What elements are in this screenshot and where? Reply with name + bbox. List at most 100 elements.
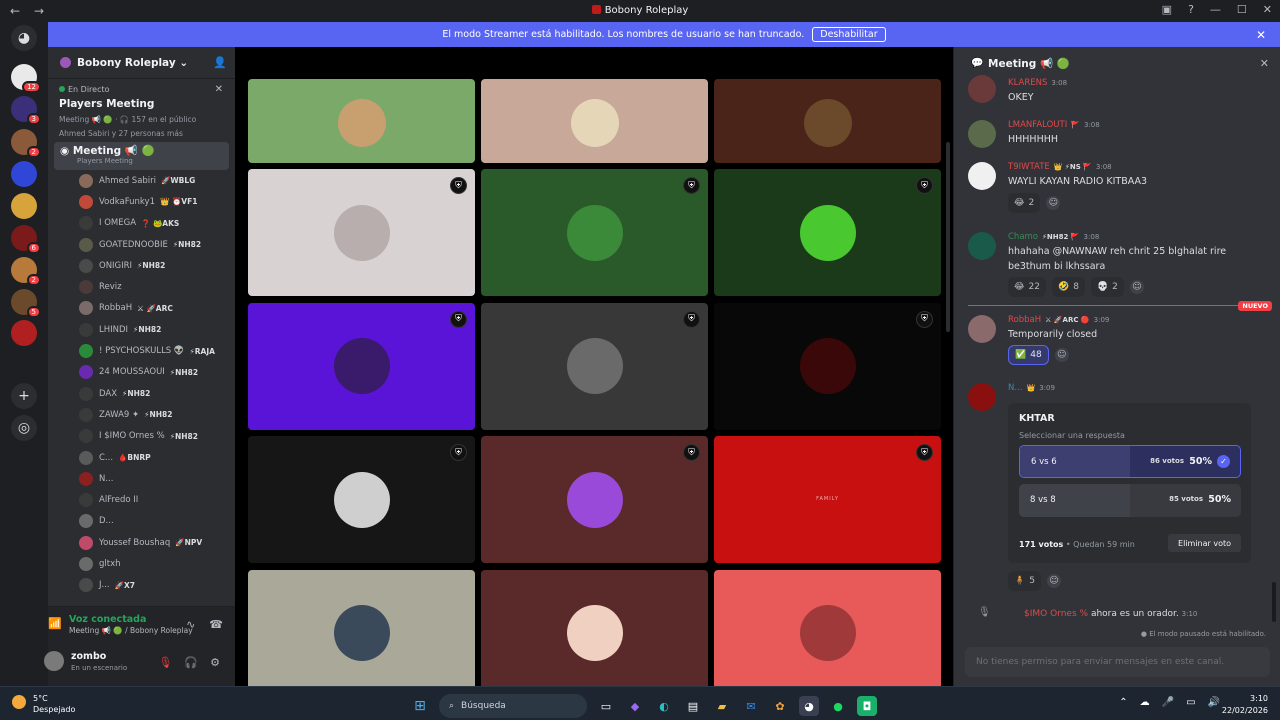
headphones-icon[interactable]: 🎧 [184,656,198,669]
member-item[interactable]: 24 MOUSSAOUI ⚡NH82 [48,362,235,383]
speaker-tile[interactable] [248,79,475,163]
message-author[interactable]: N... [1008,383,1022,393]
windows-start-icon[interactable]: ⊞ [410,696,430,716]
taskbar-search[interactable]: ⌕ Búsqueda [439,694,587,718]
reaction-button[interactable]: 😂 2 [1008,193,1041,213]
speaker-tile[interactable]: ⛨ [714,302,941,430]
server-icon[interactable] [11,320,37,346]
speaker-tile[interactable] [714,79,941,163]
server-icon[interactable] [11,161,37,187]
member-item[interactable]: VodkaFunky1 👑 ⏰VF1 [48,191,235,212]
maximize-icon[interactable]: ☐ [1237,3,1247,16]
close-window-icon[interactable]: ✕ [1263,3,1272,16]
edge-icon[interactable]: ◐ [654,696,674,716]
inbox-icon[interactable]: ▣ [1162,3,1172,16]
minimize-icon[interactable]: — [1210,3,1221,16]
member-item[interactable]: AlFredo II [48,489,235,510]
volume-icon[interactable]: 🔊 [1208,697,1220,708]
speaker-tile[interactable]: FAMILY ⛨ [714,436,941,563]
settings-gear-icon[interactable]: ⚙ [210,656,220,669]
member-item[interactable]: LHINDI ⚡NH82 [48,319,235,340]
reaction-button[interactable]: 💀 2 [1090,277,1124,297]
taskbar-clock[interactable]: 3:10 22/02/2026 [1222,693,1268,717]
microphone-muted-icon[interactable]: 🎙 [158,656,172,669]
remove-vote-button[interactable]: Eliminar voto [1168,534,1241,552]
noise-suppression-icon[interactable]: ∿ [186,618,195,631]
photos-icon[interactable]: ✿ [770,696,790,716]
speaker-tile[interactable]: ⛨ [248,169,475,296]
poll-option[interactable]: 8 vs 8 85 votos 50% [1019,484,1241,517]
speaker-tile[interactable]: ⛨ [714,169,941,296]
voice-channel[interactable]: Meeting 📢 🟢 / Bobony Roleplay [69,626,193,635]
reaction-button[interactable]: 🤣 8 [1051,277,1085,297]
server-icon[interactable]: 12 [11,64,41,93]
message-author[interactable]: RobbaH [1008,315,1041,325]
message-input[interactable]: No tienes permiso para enviar mensajes e… [965,647,1270,677]
chat-scrollbar[interactable] [1272,582,1276,622]
server-icon[interactable]: 5 [11,289,41,318]
member-item[interactable]: gltxh [48,553,235,574]
server-icon[interactable]: 6 [11,225,41,254]
member-item[interactable]: DAX ⚡NH82 [48,383,235,404]
member-item[interactable]: ! PSYCHOSKULLS 👽 ⚡RAJA [48,340,235,361]
message-author[interactable]: KLARENS [1008,78,1047,88]
member-item[interactable]: ZAWA9 ✦ ⚡NH82 [48,404,235,425]
message-author[interactable]: LMANFALOUTI [1008,120,1067,130]
cloud-icon[interactable]: ☁ [1140,697,1150,708]
member-item[interactable]: N... [48,468,235,489]
member-item[interactable]: ONIGIRI ⚡NH82 [48,255,235,276]
file-explorer-icon[interactable]: ▰ [712,696,732,716]
member-item[interactable]: I ΟΜΕGΑ ❓ 🐸AKS [48,213,235,234]
add-reaction-icon[interactable]: ☺ [1054,348,1069,362]
member-item[interactable]: Reviz [48,276,235,297]
server-icon[interactable]: 3 [11,96,41,125]
task-view-icon[interactable]: ▭ [596,696,616,716]
member-item[interactable]: J... 🚀X7 [48,575,235,596]
microphone-icon[interactable]: 🎤 [1162,697,1174,708]
invite-icon[interactable]: 👤 [213,56,227,69]
reaction-button[interactable]: 🧍 5 [1008,571,1041,591]
poll-option[interactable]: 6 vs 6 86 votos 50% ✓ [1019,445,1241,478]
discord-home-icon[interactable]: ◕ [11,25,37,51]
member-item[interactable]: RobbaH ⚔ 🚀ARC [48,298,235,319]
app-icon[interactable]: ◘ [857,696,877,716]
channel-meeting[interactable]: ◉ Meeting 📢 🟢 Players Meeting [54,142,229,170]
reaction-button[interactable]: 😂 22 [1008,277,1046,297]
disable-streamer-button[interactable]: Deshabilitar [812,27,886,42]
speaker-tile[interactable]: ⛨ [248,436,475,563]
add-reaction-icon[interactable]: ☺ [1046,196,1061,210]
banner-close-icon[interactable]: ✕ [1256,28,1266,42]
stage-scrollbar[interactable] [946,142,950,332]
server-icon[interactable]: 2 [11,129,41,158]
member-item[interactable]: D... [48,511,235,532]
speaker-tile[interactable]: ⛨ [481,169,708,296]
member-item[interactable]: GOATEDNOOBIE ⚡NH82 [48,234,235,255]
speaker-tile[interactable] [481,569,708,697]
member-item[interactable]: C... 🩸BNRP [48,447,235,468]
network-icon[interactable]: ▭ [1186,697,1195,708]
message-author[interactable]: T9IWTATE [1008,162,1050,172]
signal-icon[interactable]: 📶 [48,617,62,630]
spotify-icon[interactable]: ● [828,696,848,716]
weather-widget[interactable]: 5°C Despejado [12,693,75,715]
speaker-tile[interactable] [714,569,941,697]
member-item[interactable]: I $IMO Ornes % ⚡NH82 [48,426,235,447]
member-item[interactable]: Youssef Boushaq 🚀NPV [48,532,235,553]
server-icon[interactable] [11,193,37,219]
help-icon[interactable]: ? [1188,3,1194,16]
speaker-tile[interactable] [481,79,708,163]
chevron-up-icon[interactable]: ⌃ [1119,697,1127,708]
outlook-icon[interactable]: ✉ [741,696,761,716]
add-server-icon[interactable]: + [11,383,37,409]
speaker-tile[interactable] [248,569,475,697]
add-reaction-icon[interactable]: ☺ [1129,280,1144,294]
close-chat-icon[interactable]: ✕ [1260,57,1269,70]
message-author[interactable]: Chamo [1008,232,1038,242]
store-icon[interactable]: ▤ [683,696,703,716]
close-live-card-icon[interactable]: ✕ [215,84,223,95]
live-stage-card[interactable]: En Directo ✕ Players Meeting Meeting 📢 🟢… [48,79,235,138]
reaction-button[interactable]: ✅ 48 [1008,345,1049,365]
disconnect-icon[interactable]: ☎ [209,618,223,631]
system-message-user[interactable]: $IMO Ornes % [1024,609,1088,619]
copilot-icon[interactable]: ◆ [625,696,645,716]
